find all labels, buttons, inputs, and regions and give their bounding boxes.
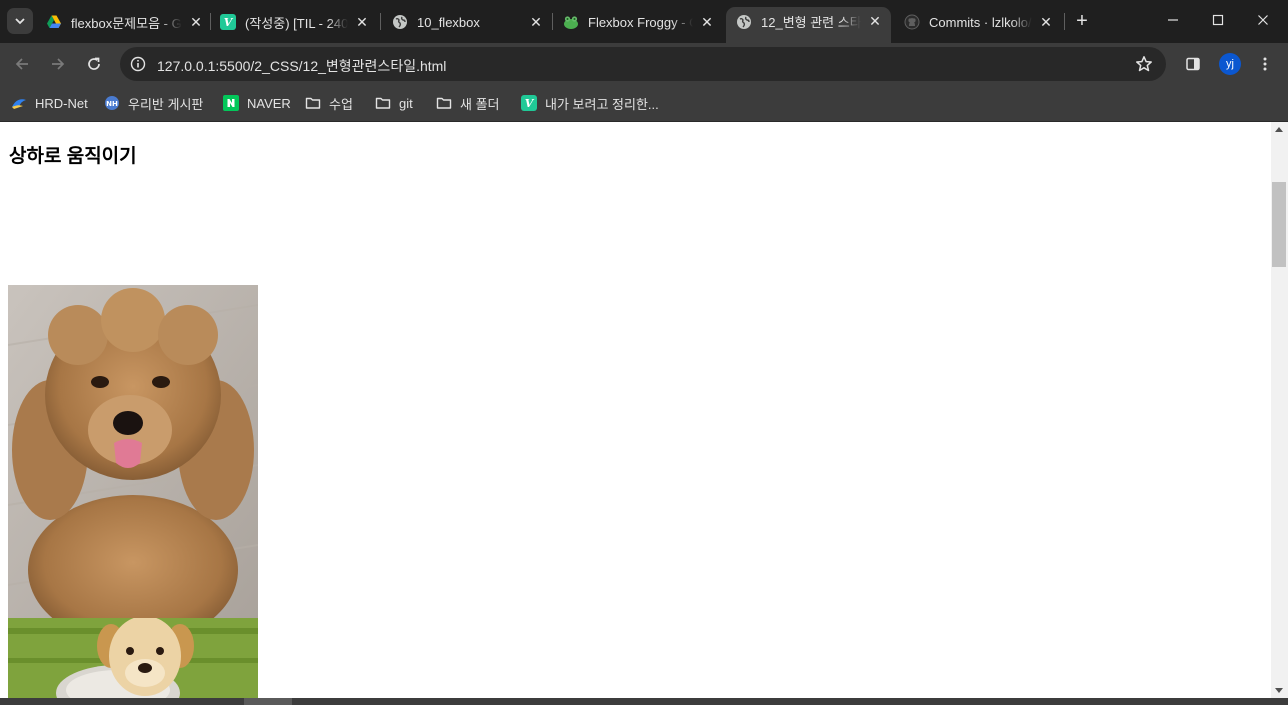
github-icon xyxy=(904,14,920,30)
forward-button[interactable] xyxy=(43,49,73,79)
hrdnet-icon xyxy=(11,95,27,111)
bookmark-label: HRD-Net xyxy=(35,95,88,111)
site-info-icon[interactable] xyxy=(128,54,148,74)
close-icon[interactable]: ✕ xyxy=(1038,14,1054,30)
close-icon xyxy=(1258,15,1268,25)
close-icon[interactable]: ✕ xyxy=(699,14,715,30)
tab-flexbox-problems[interactable]: flexbox문제모음 - Google ✕ xyxy=(46,8,204,36)
bookmark-class-board[interactable]: NH 우리반 게시판 xyxy=(104,91,203,115)
bookmark-folder-git[interactable]: git xyxy=(375,91,413,115)
tab-flexbox-froggy[interactable]: Flexbox Froggy - Go ✕ xyxy=(563,8,715,36)
minimize-icon xyxy=(1168,19,1178,21)
tab-title: Commits · lzlkolo/TIL xyxy=(929,14,1032,30)
arrow-right-icon xyxy=(52,58,65,70)
side-panel-icon xyxy=(1186,57,1200,71)
tab-til-draft[interactable]: V (작성중) [TIL - 240315] ✕ xyxy=(220,8,370,36)
back-button[interactable] xyxy=(7,49,37,79)
tab-10-flexbox[interactable]: 10_flexbox ✕ xyxy=(392,8,544,36)
velog-icon: V xyxy=(521,95,537,111)
svg-text:NH: NH xyxy=(106,100,118,108)
kebab-menu-icon xyxy=(1263,57,1267,71)
browser-toolbar: 127.0.0.1:5500/2_CSS/12_변형관련스타일.html yj xyxy=(0,43,1288,85)
url-text[interactable]: 127.0.0.1:5500/2_CSS/12_변형관련스타일.html xyxy=(157,56,446,76)
bookmark-star-icon[interactable] xyxy=(1134,54,1154,74)
reload-icon xyxy=(88,57,100,70)
folder-icon xyxy=(436,95,452,111)
tab-12-transform-styles[interactable]: 12_변형 관련 스타일 ✕ xyxy=(726,7,891,43)
svg-text:V: V xyxy=(525,97,535,110)
bookmark-folder-new[interactable]: 새 폴더 xyxy=(436,91,500,115)
browser-menu-button[interactable] xyxy=(1250,49,1280,79)
bookmark-label: 우리반 게시판 xyxy=(128,96,204,112)
bookmarks-bar: HRD-Net NH 우리반 게시판 NAVER 수업 git 새 폴더 V 내 xyxy=(0,85,1288,122)
tab-title: 12_변형 관련 스타일 xyxy=(761,15,861,30)
tab-strip: flexbox문제모음 - Google ✕ V (작성중) [TIL - 24… xyxy=(0,0,1288,43)
page-viewport: 상하로 움직이기 xyxy=(0,122,1271,698)
close-window-button[interactable] xyxy=(1240,0,1286,40)
bookmark-label: git xyxy=(399,95,413,111)
close-icon[interactable]: ✕ xyxy=(528,14,544,30)
tab-search-button[interactable] xyxy=(7,8,33,34)
profile-avatar[interactable]: yj xyxy=(1219,53,1241,75)
naver-icon xyxy=(223,95,239,111)
tab-separator xyxy=(1064,13,1065,30)
golden-retriever-puppy-photo xyxy=(8,618,258,698)
reload-button[interactable] xyxy=(79,49,109,79)
bookmark-naver[interactable]: NAVER xyxy=(223,91,291,115)
close-icon[interactable]: ✕ xyxy=(867,13,883,30)
tab-title: flexbox문제모음 - Google xyxy=(71,15,182,31)
chevron-down-icon xyxy=(15,18,25,25)
bookmark-velog-notes[interactable]: V 내가 보려고 정리한... xyxy=(521,91,659,115)
tab-separator xyxy=(380,13,381,30)
board-icon: NH xyxy=(104,95,120,111)
bookmark-hrd-net[interactable]: HRD-Net xyxy=(11,91,88,115)
bookmark-label: 새 폴더 xyxy=(460,96,500,112)
bookmark-folder-class[interactable]: 수업 xyxy=(305,91,353,115)
tab-title: 10_flexbox xyxy=(417,14,480,30)
minimize-button[interactable] xyxy=(1150,0,1196,40)
maximize-icon xyxy=(1212,14,1224,26)
bookmark-label: 수업 xyxy=(329,96,353,112)
scroll-down-icon[interactable] xyxy=(1275,688,1283,693)
globe-icon xyxy=(736,14,752,30)
folder-icon xyxy=(375,95,391,111)
page-heading: 상하로 움직이기 xyxy=(9,146,137,167)
bookmark-label: 내가 보려고 정리한... xyxy=(545,96,659,112)
brown-poodle-photo xyxy=(8,285,258,618)
arrow-left-icon xyxy=(15,58,28,70)
svg-text:V: V xyxy=(224,16,234,29)
scrollbar-thumb[interactable] xyxy=(244,698,292,705)
tab-title: (작성중) [TIL - 240315] xyxy=(245,15,348,31)
tab-title: Flexbox Froggy - Go xyxy=(588,14,693,30)
tab-separator xyxy=(210,13,211,30)
folder-icon xyxy=(305,95,321,111)
bookmark-label: NAVER xyxy=(247,95,291,111)
velog-icon: V xyxy=(220,14,236,30)
new-tab-button[interactable]: + xyxy=(1071,11,1093,33)
maximize-button[interactable] xyxy=(1195,0,1241,40)
vertical-scrollbar[interactable] xyxy=(1271,122,1288,698)
scroll-up-icon[interactable] xyxy=(1275,127,1283,132)
horizontal-scrollbar[interactable] xyxy=(0,698,1288,705)
globe-icon xyxy=(392,14,408,30)
close-icon[interactable]: ✕ xyxy=(188,14,204,30)
google-drive-icon xyxy=(46,14,62,30)
side-panel-button[interactable] xyxy=(1178,49,1208,79)
tab-separator xyxy=(552,13,553,30)
frog-icon xyxy=(563,14,579,30)
tab-commits[interactable]: Commits · lzlkolo/TIL ✕ xyxy=(904,8,1054,36)
scrollbar-thumb[interactable] xyxy=(1272,182,1286,267)
close-icon[interactable]: ✕ xyxy=(354,14,370,30)
address-bar[interactable]: 127.0.0.1:5500/2_CSS/12_변형관련스타일.html xyxy=(120,47,1166,81)
